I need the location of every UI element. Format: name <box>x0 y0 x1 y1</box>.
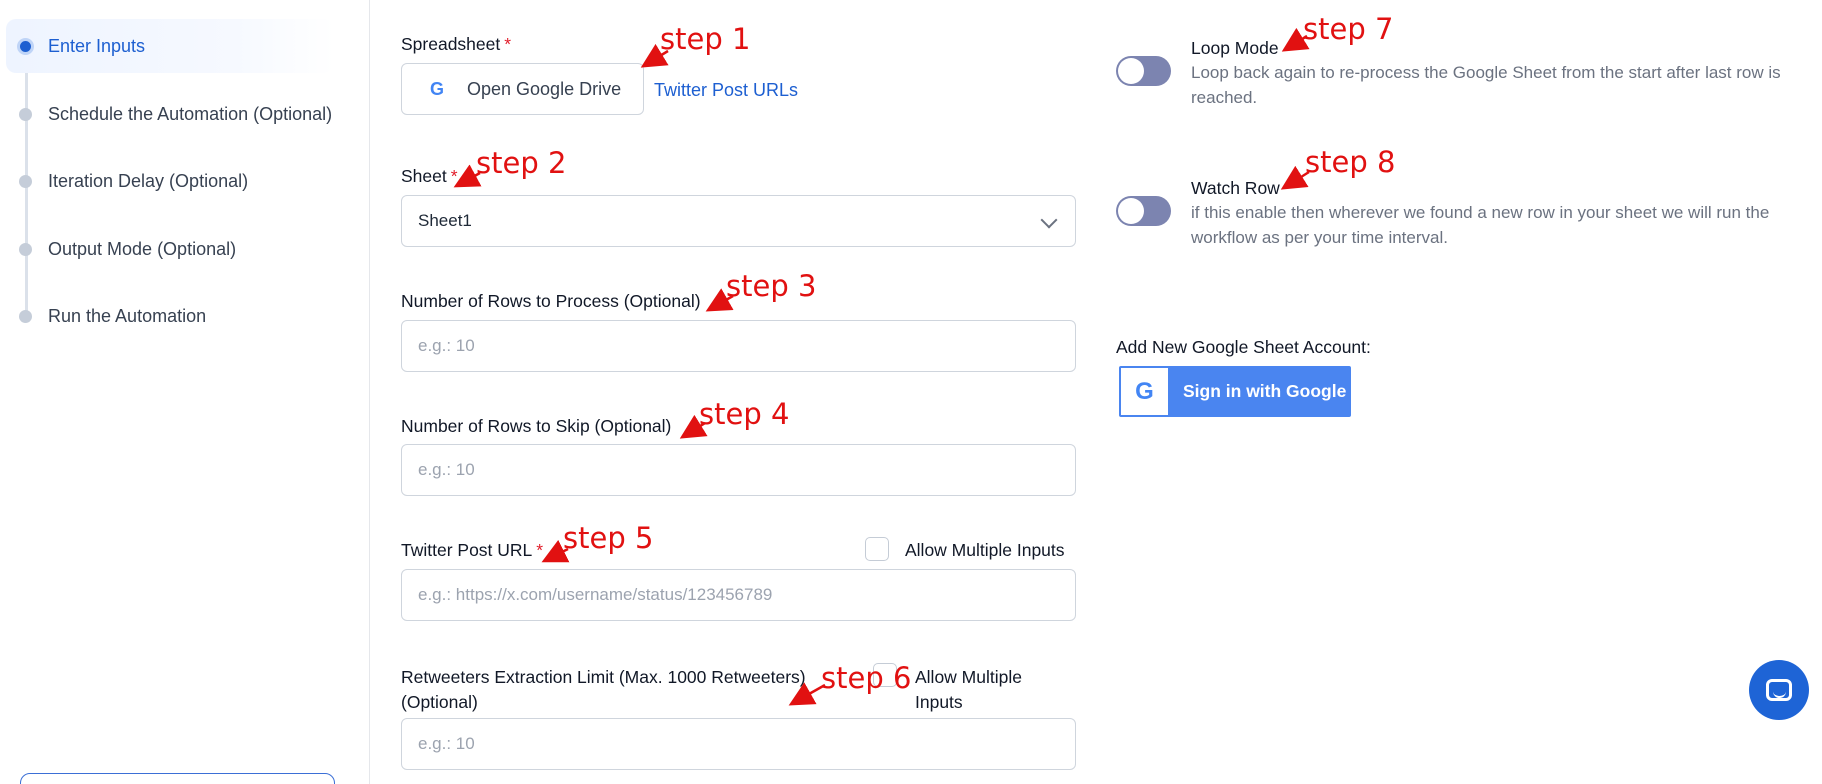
rows-to-process-label: Number of Rows to Process (Optional) <box>401 291 701 311</box>
twitter-post-url-label-text: Twitter Post URL <box>401 540 533 560</box>
sidebar-step-label: Schedule the Automation (Optional) <box>48 103 333 124</box>
chat-icon <box>1766 679 1792 701</box>
annotation-step-3: step 3 <box>726 269 817 303</box>
sign-in-with-google-button[interactable]: G Sign in with Google <box>1119 366 1351 417</box>
watch-row-description: if this enable then wherever we found a … <box>1191 203 1770 247</box>
open-google-drive-button[interactable]: G Open Google Drive <box>401 63 644 115</box>
sidebar-step-label: Output Mode (Optional) <box>48 238 237 259</box>
step-dot-icon <box>19 107 32 121</box>
sidebar-step-iteration-delay[interactable]: Iteration Delay (Optional) <box>6 154 334 208</box>
loop-mode-toggle[interactable] <box>1116 56 1171 86</box>
retweeters-limit-placeholder: e.g.: 10 <box>418 734 475 753</box>
twitter-post-url-label: Twitter Post URL * <box>401 540 543 561</box>
annotation-step-8: step 8 <box>1305 145 1396 179</box>
sheet-label: Sheet * <box>401 166 458 187</box>
add-account-label: Add New Google Sheet Account: <box>1116 337 1371 357</box>
rows-to-skip-label: Number of Rows to Skip (Optional) <box>401 416 672 436</box>
toggle-knob <box>1118 198 1144 224</box>
retweeters-allow-multiple-label: Allow Multiple Inputs <box>915 665 1022 715</box>
sheet-select[interactable]: Sheet1 <box>401 195 1076 247</box>
chevron-down-icon <box>1040 211 1058 229</box>
annotation-step-5: step 5 <box>563 521 654 555</box>
sidebar-step-label: Run the Automation <box>48 305 207 326</box>
chat-launcher-button[interactable] <box>1749 660 1809 720</box>
sidebar-step-output-mode[interactable]: Output Mode (Optional) <box>6 222 334 276</box>
retweeters-limit-input[interactable]: e.g.: 10 <box>401 718 1076 770</box>
retweeters-allow-multiple-line2: Inputs <box>915 692 963 712</box>
google-g-icon: G <box>430 79 445 99</box>
sheet-label-text: Sheet <box>401 166 447 186</box>
rows-to-skip-input[interactable]: e.g.: 10 <box>401 444 1076 496</box>
allow-multiple-inputs-checkbox[interactable] <box>865 537 889 561</box>
annotation-step-2: step 2 <box>476 146 567 180</box>
loop-mode-title: Loop Mode <box>1191 38 1279 58</box>
step-dot-icon <box>19 242 32 256</box>
sidebar-step-run[interactable]: Run the Automation <box>6 289 334 343</box>
loop-mode-description: Loop back again to re-process the Google… <box>1191 63 1781 107</box>
sheet-select-value: Sheet1 <box>418 211 472 230</box>
watch-row-title: Watch Row <box>1191 178 1280 198</box>
watch-row-toggle[interactable] <box>1116 196 1171 226</box>
step-dot-icon <box>17 37 34 55</box>
annotation-step-4: step 4 <box>699 397 790 431</box>
sidebar-step-label: Iteration Delay (Optional) <box>48 170 249 191</box>
required-mark: * <box>450 166 458 186</box>
google-logo-icon: G <box>1121 368 1168 415</box>
toggle-knob <box>1118 58 1144 84</box>
twitter-post-url-input[interactable]: e.g.: https://x.com/username/status/1234… <box>401 569 1076 621</box>
step-dot-icon <box>19 309 32 323</box>
rows-to-skip-placeholder: e.g.: 10 <box>418 460 475 479</box>
selected-file-link[interactable]: Twitter Post URLs <box>654 80 798 101</box>
spreadsheet-label: Spreadsheet * <box>401 34 511 55</box>
annotation-step-1: step 1 <box>660 22 751 56</box>
sidebar: Enter Inputs Schedule the Automation (Op… <box>0 0 370 784</box>
open-google-drive-label: Open Google Drive <box>467 78 622 99</box>
step-dot-icon <box>19 174 32 188</box>
sidebar-step-label: Enter Inputs <box>48 35 146 56</box>
allow-multiple-inputs-label: Allow Multiple Inputs <box>905 540 1065 560</box>
spreadsheet-label-text: Spreadsheet <box>401 34 501 54</box>
twitter-post-url-placeholder: e.g.: https://x.com/username/status/1234… <box>418 585 773 604</box>
sidebar-step-schedule[interactable]: Schedule the Automation (Optional) <box>6 87 334 141</box>
sign-in-with-google-label: Sign in with Google <box>1183 381 1347 401</box>
annotation-step-7: step 7 <box>1303 12 1394 46</box>
annotation-step-6: step 6 <box>821 661 912 695</box>
rows-to-process-input[interactable]: e.g.: 10 <box>401 320 1076 372</box>
sidebar-bottom-button[interactable] <box>20 773 335 784</box>
required-mark: * <box>504 34 512 54</box>
retweeters-limit-label: Retweeters Extraction Limit (Max. 1000 R… <box>401 665 806 715</box>
retweeters-limit-label-line1: Retweeters Extraction Limit (Max. 1000 R… <box>401 667 806 687</box>
retweeters-allow-multiple-line1: Allow Multiple <box>915 667 1022 687</box>
retweeters-limit-label-line2: (Optional) <box>401 692 478 712</box>
sidebar-step-enter-inputs[interactable]: Enter Inputs <box>6 19 334 73</box>
required-mark: * <box>536 540 544 560</box>
rows-to-process-placeholder: e.g.: 10 <box>418 336 475 355</box>
